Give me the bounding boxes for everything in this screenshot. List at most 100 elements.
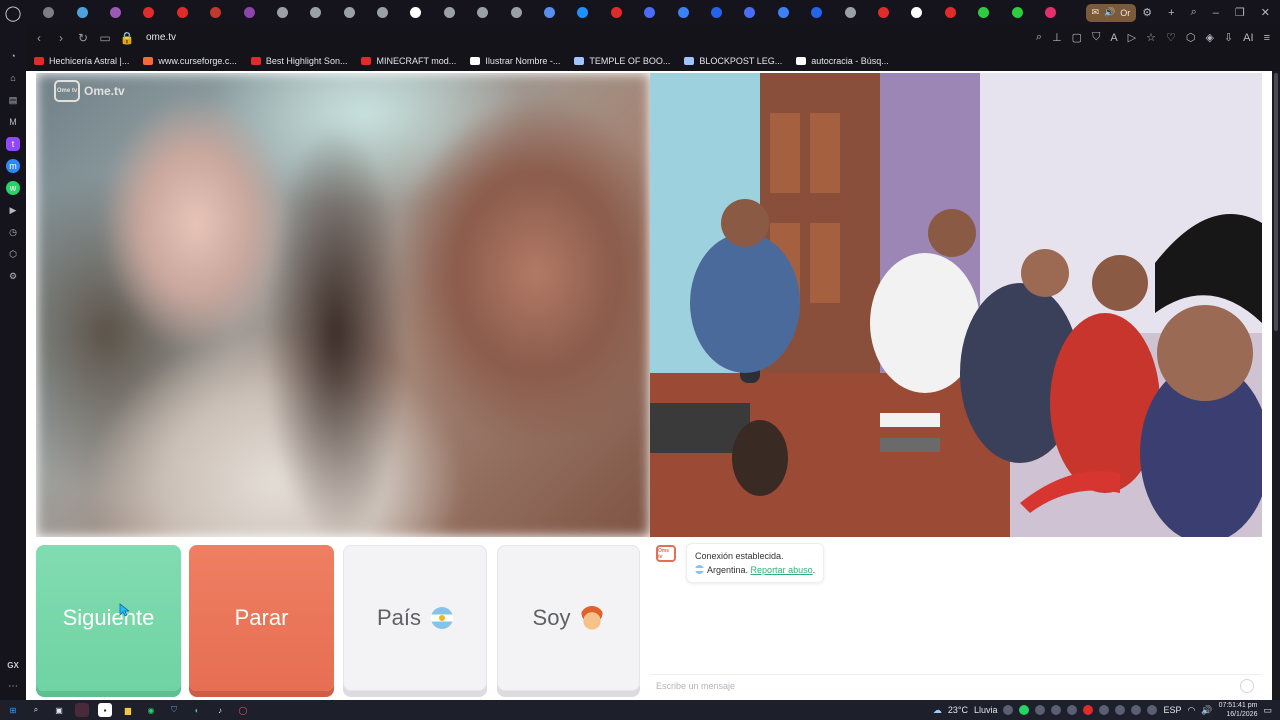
tab-favicon-icon[interactable] [466,0,499,25]
tab-favicon-icon[interactable] [499,0,532,25]
twitch-icon[interactable]: t [6,137,20,151]
weather-desc[interactable]: Lluvia [974,705,998,715]
tab-favicon-icon[interactable] [666,0,699,25]
message-input[interactable]: Escribe un mensaje [650,674,1262,698]
bookmark-item[interactable]: MINECRAFT mod... [361,56,456,66]
tray-icon[interactable] [1099,705,1110,715]
messenger-icon[interactable]: m [6,159,20,173]
tab-favicon-icon[interactable] [633,0,666,25]
tab-favicon-icon[interactable] [399,0,432,25]
tray-icon[interactable] [1115,705,1126,715]
tray-icon[interactable] [1147,705,1158,715]
tab-favicon-icon[interactable] [934,0,967,25]
forward-icon[interactable]: › [52,31,70,45]
bookmark-item[interactable]: TEMPLE OF BOO... [574,56,670,66]
back-icon[interactable]: ‹ [30,31,48,45]
camera-icon[interactable]: ▭ [96,31,114,45]
bookmark-icon[interactable]: ☆ [1146,31,1156,44]
tab-favicon-icon[interactable] [900,0,933,25]
tray-icon[interactable] [1051,705,1062,715]
ai-button[interactable]: AI [1243,32,1253,44]
player-icon[interactable]: ▶ [6,203,20,217]
m-icon[interactable]: M [6,115,20,129]
bookmark-item[interactable]: Hechicería Astral |... [34,56,129,66]
tab-favicon-icon[interactable] [99,0,132,25]
gx-label[interactable]: GX [7,661,19,670]
heart-icon[interactable]: ♡ [1166,31,1176,44]
history-icon[interactable]: ◷ [6,225,20,239]
bookmark-item[interactable]: autocracia - Búsq... [796,56,889,66]
menu-icon[interactable]: ≡ [1264,32,1270,44]
tab-favicon-icon[interactable] [600,0,633,25]
tray-icon[interactable] [1067,705,1078,715]
tab-favicon-icon[interactable] [767,0,800,25]
reload-icon[interactable]: ↻ [74,31,92,45]
clock[interactable]: 07:51:41 pm 16/1/2026 [1219,701,1258,719]
taskbar-app-icon[interactable] [75,703,89,717]
tab-favicon-icon[interactable] [132,0,165,25]
translate-icon[interactable]: A [1110,32,1117,44]
bookmark-item[interactable]: Best Highlight Son... [250,56,347,66]
next-button[interactable]: Siguiente [36,545,181,691]
tab-favicon-icon[interactable] [333,0,366,25]
tab-favicon-icon[interactable] [366,0,399,25]
file-explorer-icon[interactable]: ▆ [121,703,135,717]
whatsapp-icon[interactable]: w [6,181,20,195]
tab-favicon-icon[interactable] [266,0,299,25]
speed-dial-icon[interactable]: ◔ [6,49,20,63]
search-icon[interactable]: ⌕ [1191,6,1197,19]
tray-icon[interactable] [1083,705,1094,715]
zoom-icon[interactable]: ⌕ [1036,31,1042,44]
tab-favicon-icon[interactable] [65,0,98,25]
tab-favicon-icon[interactable] [566,0,599,25]
more-icon[interactable]: ⋯ [8,681,18,692]
country-button[interactable]: País [343,545,487,691]
tab-favicon-icon[interactable] [833,0,866,25]
tab-favicon-icon[interactable] [867,0,900,25]
shield-icon[interactable]: ⛉ [1092,31,1100,44]
extensions-icon[interactable]: ⬡ [1186,31,1196,44]
tray-icon[interactable] [1019,705,1030,715]
wifi-icon[interactable]: ◠ [1187,705,1195,716]
tray-icon[interactable] [1035,705,1046,715]
weather-temp[interactable]: 23°C [948,705,968,715]
scrollbar-thumb[interactable] [1274,73,1278,331]
gx-corner-icon[interactable]: ⌂ [6,71,20,85]
tab-favicon-icon[interactable] [166,0,199,25]
maximize-icon[interactable]: ❐ [1235,6,1245,19]
opera-gx-taskbar-icon[interactable]: ◯ [236,703,250,717]
bookmark-item[interactable]: www.curseforge.c... [143,56,237,66]
bookmark-item[interactable]: BLOCKPOST LEG... [684,56,782,66]
taskbar-app2-icon[interactable]: ⛉ [167,703,181,717]
taskbar-search-icon[interactable]: ⌕ [29,703,43,717]
tab-favicon-icon[interactable] [1000,0,1033,25]
volume-icon[interactable]: 🔊 [1201,705,1212,716]
extensions-sidebar-icon[interactable]: ⬡ [6,247,20,261]
pin-icon[interactable]: ⊥ [1052,31,1062,44]
edge-icon[interactable]: ◐ [190,703,204,717]
weather-icon[interactable]: ☁ [933,705,942,716]
tab-favicon-icon[interactable] [1034,0,1067,25]
bookmark-item[interactable]: Ilustrar Nombre -... [470,56,560,66]
tab-favicon-icon[interactable] [299,0,332,25]
wallet-icon[interactable]: ◈ [1205,31,1213,44]
download-icon[interactable]: ⇩ [1224,31,1233,44]
windows-start-icon[interactable]: ⊞ [6,703,20,717]
tab-favicon-icon[interactable] [967,0,1000,25]
tab-favicon-icon[interactable] [433,0,466,25]
tab-favicon-icon[interactable] [199,0,232,25]
minimize-icon[interactable]: – [1213,7,1219,19]
speaker-icon[interactable]: 🔊 [1104,7,1115,18]
language-indicator[interactable]: ESP [1163,705,1181,715]
tab-favicon-icon[interactable] [800,0,833,25]
tray-icon[interactable] [1131,705,1142,715]
task-view-icon[interactable]: ▣ [52,703,66,717]
tab-favicon-icon[interactable] [700,0,733,25]
url-field[interactable]: ome.tv [146,32,176,43]
whatsapp-taskbar-icon[interactable]: ◉ [144,703,158,717]
tiktok-icon[interactable]: ♪ [213,703,227,717]
tab-active[interactable]: ✉ 🔊 Or [1085,3,1137,22]
tab-favicon-icon[interactable] [533,0,566,25]
tab-favicon-icon[interactable] [733,0,766,25]
opera-logo-icon[interactable]: ◯ [0,0,26,25]
